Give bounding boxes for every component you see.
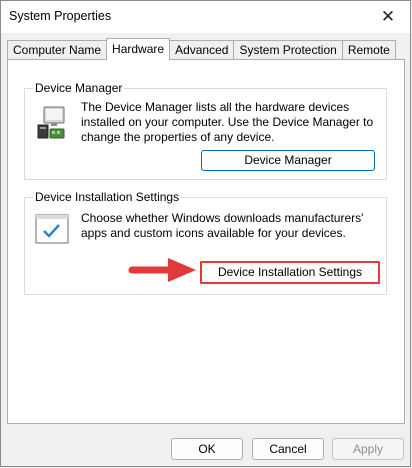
system-properties-window: System Properties ✕ Computer Name Hardwa…	[0, 0, 411, 467]
device-installation-description: Choose whether Windows downloads manufac…	[81, 211, 364, 240]
device-manager-button[interactable]: Device Manager	[201, 150, 375, 171]
cancel-button[interactable]: Cancel	[252, 438, 324, 460]
tab-advanced[interactable]: Advanced	[169, 40, 235, 60]
tab-computer-name[interactable]: Computer Name	[7, 40, 108, 60]
device-installation-group: Device Installation Settings Choose whet…	[24, 190, 387, 295]
hardware-tab-panel: Device Manager The Device Manager lists …	[7, 59, 405, 424]
title-bar: System Properties ✕	[1, 1, 410, 33]
window-title: System Properties	[9, 9, 112, 23]
close-icon: ✕	[380, 7, 396, 26]
tab-strip: Computer Name Hardware Advanced System P…	[7, 38, 396, 60]
device-manager-group: Device Manager The Device Manager lists …	[24, 81, 387, 180]
device-manager-group-label: Device Manager	[33, 81, 125, 95]
device-installation-settings-button[interactable]: Device Installation Settings	[200, 261, 380, 284]
close-button[interactable]: ✕	[366, 1, 410, 33]
device-manager-icon	[37, 106, 65, 139]
tab-remote[interactable]: Remote	[341, 40, 396, 60]
tab-system-protection[interactable]: System Protection	[233, 40, 343, 60]
ok-button[interactable]: OK	[171, 438, 243, 460]
apply-button[interactable]: Apply	[332, 438, 404, 460]
checkmark-window-icon	[35, 214, 69, 244]
tab-hardware[interactable]: Hardware	[106, 38, 171, 60]
device-manager-description: The Device Manager lists all the hardwar…	[81, 100, 374, 144]
device-installation-group-label: Device Installation Settings	[33, 190, 182, 204]
red-arrow-icon	[128, 258, 196, 282]
